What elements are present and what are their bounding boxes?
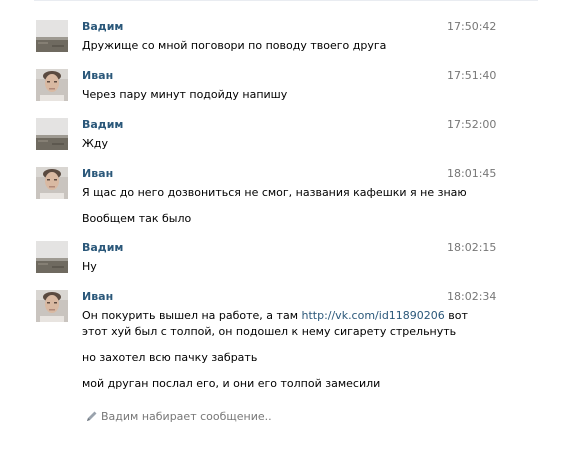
face-avatar-image [36,69,68,101]
message-text: Дружище со мной поговори по поводу твоег… [82,39,387,52]
profile-link[interactable]: http://vk.com/id11890206 [301,309,444,322]
landscape-avatar-image [36,118,68,150]
avatar[interactable] [36,118,68,150]
message-text: Я щас до него дозвониться не смог, назва… [82,186,467,199]
avatar[interactable] [36,290,68,322]
author-name[interactable]: Иван [82,290,113,303]
message-text: Жду [82,137,108,150]
message-text-part: вот [444,309,468,322]
author-name[interactable]: Вадим [82,20,123,33]
typing-text: Вадим набирает сообщение.. [101,410,272,423]
message-timestamp[interactable]: 18:02:15 [447,241,496,254]
avatar[interactable] [36,167,68,199]
message-timestamp[interactable]: 17:50:42 [447,20,496,33]
landscape-avatar-image [36,20,68,52]
message-text: этот хуй был с толпой, он подошел к нему… [82,325,457,338]
message-timestamp[interactable]: 17:51:40 [447,69,496,82]
message-text: мой друган послал его, и они его толпой … [82,377,381,390]
avatar[interactable] [36,69,68,101]
message-timestamp[interactable]: 17:52:00 [447,118,496,131]
message-text-part: Он покурить вышел на работе, а там [82,309,302,322]
typing-indicator: Вадим набирает сообщение.. [86,410,272,424]
message-text: но захотел всю пачку забрать [82,351,258,364]
avatar[interactable] [36,241,68,273]
face-avatar-image [36,290,68,322]
landscape-avatar-image [36,241,68,273]
message-text: Через пару минут подойду напишу [82,88,288,101]
message-timestamp[interactable]: 18:02:34 [447,290,496,303]
message-timestamp[interactable]: 18:01:45 [447,167,496,180]
message-text: Вообщем так было [82,212,192,225]
message-text: Ну [82,260,97,273]
avatar[interactable] [36,20,68,52]
author-name[interactable]: Иван [82,167,113,180]
author-name[interactable]: Иван [82,69,113,82]
face-avatar-image [36,167,68,199]
author-name[interactable]: Вадим [82,241,123,254]
message-text: Он покурить вышел на работе, а там http:… [82,309,468,322]
top-divider [34,0,538,1]
pencil-icon [86,410,98,422]
author-name[interactable]: Вадим [82,118,123,131]
